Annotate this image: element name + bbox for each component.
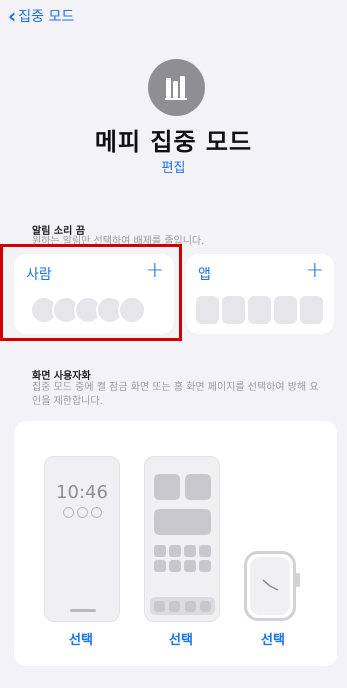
lock-screen-preview[interactable]: 10:46 xyxy=(44,456,120,622)
lock-screen-time: 10:46 xyxy=(56,482,108,503)
dock xyxy=(150,597,215,615)
app-slot xyxy=(248,296,271,324)
screen-custom-card: 10:46 선택 선택 선택 xyxy=(14,421,337,666)
widget-placeholder xyxy=(154,474,180,500)
home-screen-preview[interactable] xyxy=(144,456,220,622)
app-slot xyxy=(222,296,245,324)
highlight-box xyxy=(0,244,182,341)
add-apps-plus-icon[interactable]: + xyxy=(306,258,324,283)
apps-card[interactable]: 앱 + xyxy=(186,254,334,334)
app-slot xyxy=(196,296,219,324)
edit-button[interactable]: 편집 xyxy=(0,157,347,176)
app-grid xyxy=(154,545,211,572)
widget-placeholder xyxy=(154,509,211,535)
select-watch-face-button[interactable]: 선택 xyxy=(261,629,285,648)
screen-section-desc: 집중 모드 중에 켤 잠금 화면 또는 홈 화면 페이지를 선택하여 방해 요인… xyxy=(32,382,319,407)
watch-face-preview[interactable] xyxy=(244,551,300,621)
app-slots xyxy=(196,296,323,324)
back-label: 집중 모드 xyxy=(18,9,75,25)
lock-widgets xyxy=(63,507,102,518)
widget-placeholder xyxy=(185,474,211,500)
select-home-screen-button[interactable]: 선택 xyxy=(169,629,193,648)
screen-section-title: 화면 사용자화 xyxy=(32,371,91,382)
apps-label: 앱 xyxy=(198,267,211,283)
select-lock-screen-button[interactable]: 선택 xyxy=(69,629,93,648)
page-title: 메피 집중 모드 xyxy=(94,128,253,156)
app-slot xyxy=(274,296,297,324)
home-indicator xyxy=(70,609,96,612)
app-slot xyxy=(300,296,323,324)
focus-books-icon xyxy=(148,59,205,116)
back-button[interactable]: ‹ 집중 모드 xyxy=(8,6,74,26)
chevron-left-icon: ‹ xyxy=(8,4,17,28)
